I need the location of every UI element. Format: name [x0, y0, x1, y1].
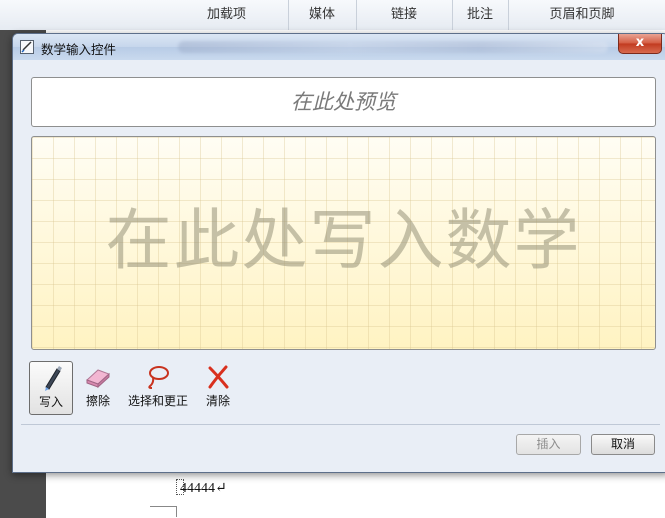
write-placeholder: 在此处写入数学 [105, 202, 582, 279]
ribbon-group-media[interactable]: 媒体 [288, 0, 357, 30]
ribbon-group-links[interactable]: 链接 [356, 0, 453, 30]
tool-erase-label: 擦除 [85, 394, 110, 408]
clear-x-icon [208, 365, 229, 389]
preview-placeholder: 在此处预览 [291, 90, 396, 114]
lasso-icon [148, 366, 169, 389]
math-input-dialog: 数学输入控件 x 在此处预览 在此处写入数学 写入 擦除 选择和更正 清除 插入… [12, 33, 665, 473]
eraser-icon [86, 369, 110, 389]
dialog-title: 数学输入控件 [41, 42, 117, 57]
math-input-app-icon [20, 40, 34, 54]
tool-clear-label: 清除 [205, 394, 230, 408]
close-icon: x [635, 35, 645, 50]
ribbon-group-header-footer[interactable]: 页眉和页脚 [508, 0, 656, 30]
ribbon-group-addins[interactable]: 加载项 [165, 0, 289, 30]
button-separator [21, 424, 660, 425]
ribbon-group-comments[interactable]: 批注 [452, 0, 509, 30]
document-table-corner [150, 506, 177, 517]
dialog-titlebar[interactable]: 数学输入控件 x [13, 34, 665, 60]
tool-select-correct-button[interactable]: 选择和更正 [123, 361, 193, 413]
tool-clear-button[interactable]: 清除 [201, 361, 235, 413]
cancel-button[interactable]: 取消 [591, 434, 655, 455]
background-window-title-blur [178, 41, 608, 53]
handwriting-area[interactable]: 在此处写入数学 [31, 136, 656, 350]
tool-write-label: 写入 [38, 395, 63, 409]
insert-button[interactable]: 插入 [516, 434, 581, 455]
pen-icon [45, 366, 62, 391]
document-body-text[interactable]: 44444↵ [180, 480, 227, 497]
preview-box: 在此处预览 [31, 77, 656, 127]
tool-erase-button[interactable]: 擦除 [81, 361, 115, 413]
tool-select-correct-label: 选择和更正 [127, 394, 188, 408]
tool-write-button[interactable]: 写入 [29, 361, 73, 415]
word-ribbon: 加载项 媒体 链接 批注 页眉和页脚 [0, 0, 665, 31]
close-button[interactable]: x [618, 34, 662, 54]
